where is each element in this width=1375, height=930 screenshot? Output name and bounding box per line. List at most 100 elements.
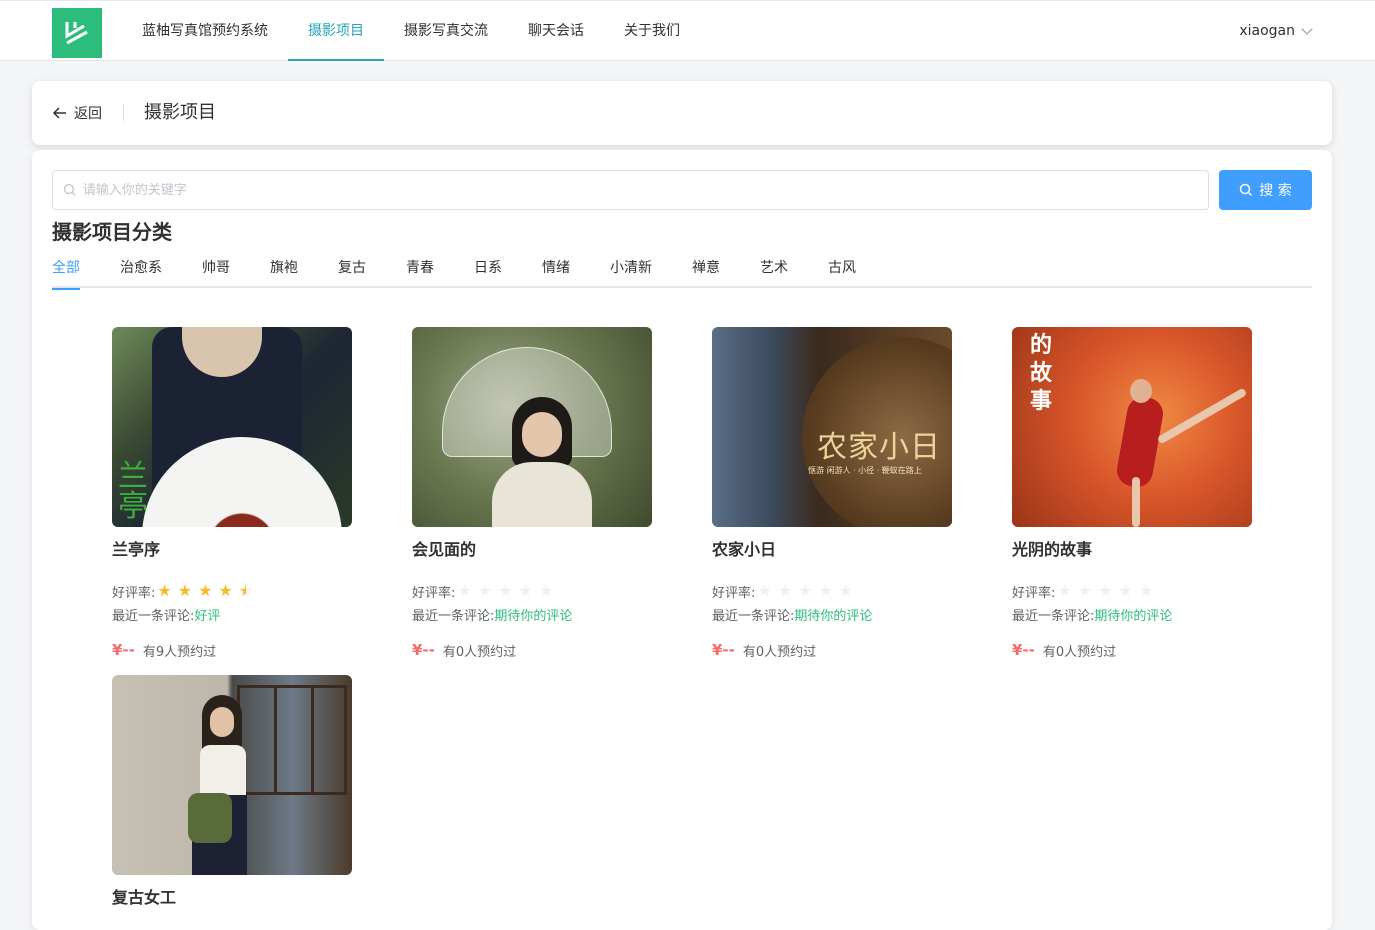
category-title: 摄影项目分类 — [52, 220, 172, 244]
nav-home[interactable]: 蓝柚写真馆预约系统 — [130, 1, 280, 61]
star-rating: ★ ★ ★ ★ ★ — [757, 583, 853, 599]
booked-count: 有0人预约过 — [442, 644, 517, 660]
star-icon: ★ — [1118, 581, 1133, 600]
rating-label: 好评率: — [112, 585, 156, 601]
star-rating: ★ ★ ★ ★ ★ — [1057, 583, 1153, 599]
nav-projects[interactable]: 摄影项目 — [288, 1, 384, 61]
project-card[interactable]: 农家小日 惬游 闲游人 · 小径 · 鞭蚁在路上 农家小日 好评率: ★ ★ ★ ★ ★… — [712, 327, 952, 660]
tab-art[interactable]: 艺术 — [760, 252, 788, 288]
project-image[interactable]: 农家小日 惬游 闲游人 · 小径 · 鞭蚁在路上 — [712, 327, 952, 527]
image-subcaption: 惬游 闲游人 · 小径 · 鞭蚁在路上 — [808, 466, 922, 475]
latest-comment-value: 好评 — [194, 609, 221, 624]
tab-ancient[interactable]: 古风 — [828, 252, 856, 288]
star-rating: ★ ★ ★ ★ ★ — [157, 583, 253, 599]
tab-qipao[interactable]: 旗袍 — [270, 252, 298, 288]
star-icon: ★ — [538, 581, 554, 600]
nav-chat[interactable]: 聊天会话 — [516, 1, 596, 61]
star-icon: ★ — [818, 581, 833, 600]
project-card[interactable]: 的 故 事 光阴的故事 好评率: ★ ★ ★ ★ ★ 最近一条评论:期待你的评论 ¥--… — [1012, 327, 1252, 660]
project-image[interactable]: 兰亭 — [112, 327, 352, 527]
booked-count: 有9人预约过 — [142, 644, 217, 660]
nav-exchange[interactable]: 摄影写真交流 — [392, 1, 500, 61]
search-button[interactable]: 搜 索 — [1219, 170, 1312, 210]
price: ¥-- — [1012, 641, 1035, 659]
star-rating: ★ ★ ★ ★ ★ — [457, 583, 553, 599]
arrow-left-icon — [52, 107, 66, 119]
price-row: ¥-- 有0人预约过 — [712, 641, 952, 660]
search-icon — [1240, 183, 1253, 197]
star-icon: ★ — [757, 581, 772, 600]
project-name: 兰亭序 — [112, 540, 161, 559]
main-content: 搜 索 摄影项目分类 全部 治愈系 帅哥 旗袍 复古 青春 日系 情绪 小清新 … — [32, 150, 1332, 930]
star-icon: ★ — [518, 581, 533, 600]
latest-comment: 最近一条评论:好评 — [112, 605, 352, 624]
latest-comment: 最近一条评论:期待你的评论 — [412, 605, 652, 624]
caption-char: 的 — [1030, 332, 1053, 358]
project-image[interactable]: 的 故 事 — [1012, 327, 1252, 527]
star-icon: ★ — [798, 581, 813, 600]
star-icon: ★ — [157, 581, 172, 600]
tab-healing[interactable]: 治愈系 — [120, 252, 162, 288]
tab-all[interactable]: 全部 — [52, 252, 80, 290]
top-navbar: 蓝柚写真馆预约系统 摄影项目 摄影写真交流 聊天会话 关于我们 xiaogan — [0, 0, 1375, 61]
search-button-label: 搜 索 — [1259, 183, 1292, 199]
page-title: 摄影项目 — [144, 102, 216, 123]
category-tabs: 全部 治愈系 帅哥 旗袍 复古 青春 日系 情绪 小清新 禅意 艺术 古风 — [52, 252, 1312, 290]
price-row: ¥-- 有0人预约过 — [1012, 641, 1252, 660]
project-card[interactable]: 会见面的 好评率: ★ ★ ★ ★ ★ 最近一条评论:期待你的评论 ¥-- 有0人预约过 — [412, 327, 652, 660]
tab-zen[interactable]: 禅意 — [692, 252, 720, 288]
caption-char: 事 — [1030, 388, 1053, 414]
back-label: 返回 — [74, 106, 102, 122]
user-menu[interactable]: xiaogan — [1239, 1, 1313, 61]
project-name: 农家小日 — [712, 540, 777, 559]
star-icon: ★ — [177, 581, 193, 600]
latest-comment-value: 期待你的评论 — [794, 609, 873, 624]
tab-emotion[interactable]: 情绪 — [542, 252, 570, 288]
back-button[interactable]: 返回 — [52, 81, 102, 145]
tab-japanese[interactable]: 日系 — [474, 252, 502, 288]
star-icon: ★ — [1077, 581, 1093, 600]
nav-about[interactable]: 关于我们 — [612, 1, 692, 61]
tab-youth[interactable]: 青春 — [406, 252, 434, 288]
latest-label: 最近一条评论: — [412, 609, 495, 624]
rating-label: 好评率: — [1012, 585, 1056, 601]
project-image[interactable] — [112, 675, 352, 875]
tab-handsome[interactable]: 帅哥 — [202, 252, 230, 288]
search-input[interactable] — [82, 182, 1208, 198]
project-name: 复古女工 — [112, 888, 177, 907]
rating-row: 好评率: ★ ★ ★ ★ ★ — [412, 582, 652, 601]
divider — [123, 104, 124, 121]
project-name: 光阴的故事 — [1012, 540, 1093, 559]
rating-row: 好评率: ★ ★ ★ ★ ★ — [712, 582, 952, 601]
latest-label: 最近一条评论: — [712, 609, 795, 624]
latest-comment: 最近一条评论:期待你的评论 — [712, 605, 952, 624]
chevron-down-icon — [1301, 23, 1313, 35]
project-name: 会见面的 — [412, 540, 477, 559]
latest-comment: 最近一条评论:期待你的评论 — [1012, 605, 1252, 624]
price: ¥-- — [112, 641, 135, 659]
username: xiaogan — [1239, 23, 1295, 39]
search-field — [52, 170, 1209, 210]
caption-char: 故 — [1030, 360, 1053, 386]
star-icon: ★ — [457, 581, 472, 600]
image-caption: 兰亭 — [118, 459, 148, 524]
tab-retro[interactable]: 复古 — [338, 252, 366, 288]
latest-comment-value: 期待你的评论 — [494, 609, 573, 624]
star-icon: ★ — [477, 581, 493, 600]
rating-row: 好评率: ★ ★ ★ ★ ★ — [112, 582, 352, 601]
tab-fresh[interactable]: 小清新 — [610, 252, 652, 288]
page-header: 返回 摄影项目 — [32, 81, 1332, 145]
star-icon: ★ — [1057, 581, 1072, 600]
project-image[interactable] — [412, 327, 652, 527]
star-icon: ★ — [218, 581, 233, 600]
rating-label: 好评率: — [712, 585, 756, 601]
project-card[interactable]: 兰亭 兰亭序 好评率: ★ ★ ★ ★ ★ 最近一条评论:好评 ¥-- 有9人预约过 — [112, 327, 352, 660]
star-icon: ★ — [238, 581, 254, 600]
image-caption: 的 故 事 — [1030, 331, 1056, 415]
logo[interactable] — [52, 8, 102, 58]
star-icon: ★ — [838, 581, 854, 600]
latest-label: 最近一条评论: — [112, 609, 195, 624]
price-row: ¥-- 有9人预约过 — [112, 641, 352, 660]
rating-label: 好评率: — [412, 585, 456, 601]
project-card[interactable]: 复古女工 — [112, 675, 352, 907]
